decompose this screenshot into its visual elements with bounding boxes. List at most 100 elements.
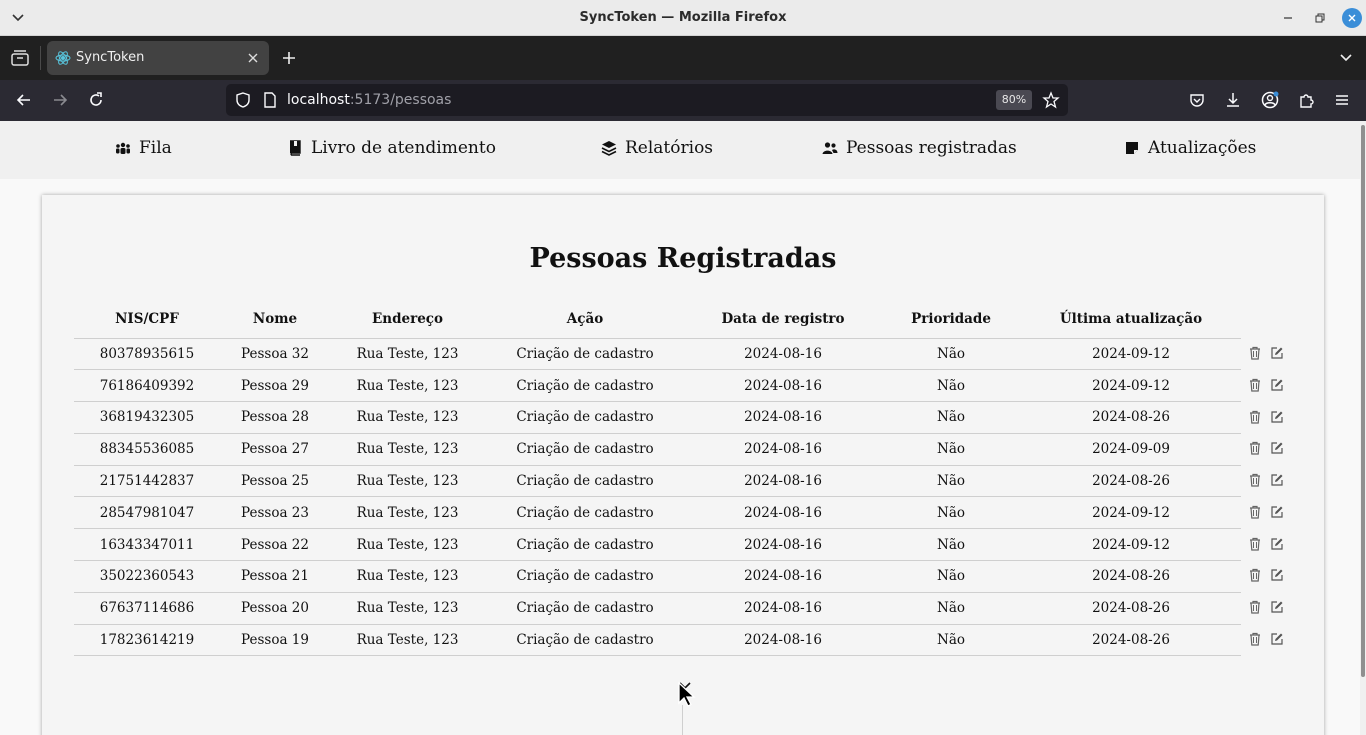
- cell-acao: Criação de cadastro: [485, 496, 685, 530]
- cell-ultima-atualizacao: 2024-08-26: [1021, 465, 1241, 498]
- cell-prioridade: Não: [881, 496, 1021, 530]
- nav-item-livro-de-atendimento[interactable]: Livro de atendimento: [287, 138, 496, 158]
- users-group-icon: [116, 142, 130, 154]
- cell-nome: Pessoa 22: [220, 528, 330, 562]
- nav-item-fila[interactable]: Fila: [115, 138, 172, 158]
- table-header-row: NIS/CPF Nome Endereço Ação Data de regis…: [74, 300, 1241, 339]
- page-title: Pessoas Registradas: [529, 243, 837, 274]
- cell-endereco: Rua Teste, 123: [330, 465, 485, 498]
- new-tab-icon[interactable]: [280, 49, 298, 67]
- edit-icon[interactable]: [1270, 599, 1284, 613]
- tab-synctoken[interactable]: SyncToken: [47, 41, 269, 75]
- cell-endereco: Rua Teste, 123: [330, 496, 485, 530]
- row-actions: [1248, 536, 1288, 552]
- table-row: 80378935615 Pessoa 32 Rua Teste, 123 Cri…: [74, 338, 1241, 371]
- forward-arrow-icon: [54, 94, 68, 106]
- edit-icon[interactable]: [1270, 345, 1284, 359]
- window-titlebar: SyncToken — Mozilla Firefox: [0, 0, 1366, 36]
- cell-nome: Pessoa 27: [220, 433, 330, 466]
- cell-ultima-atualizacao: 2024-09-09: [1021, 433, 1241, 466]
- cell-nis-cpf: 80378935615: [74, 338, 220, 371]
- edit-icon[interactable]: [1270, 567, 1284, 581]
- mouse-cursor-icon: [678, 681, 696, 707]
- downloads-button[interactable]: [1223, 90, 1243, 110]
- pocket-button[interactable]: [1187, 90, 1207, 110]
- cell-acao: Criação de cadastro: [485, 338, 685, 371]
- column-header: NIS/CPF: [74, 300, 220, 339]
- cell-nome: Pessoa 25: [220, 465, 330, 498]
- cell-ultima-atualizacao: 2024-09-12: [1021, 369, 1241, 403]
- forward-button[interactable]: [50, 90, 70, 110]
- page-icon[interactable]: [262, 91, 278, 109]
- pocket-icon: [1190, 94, 1204, 107]
- minimize-button[interactable]: [1278, 8, 1298, 28]
- cell-endereco: Rua Teste, 123: [330, 624, 485, 657]
- cell-ultima-atualizacao: 2024-08-26: [1021, 401, 1241, 434]
- scrollbar-thumb[interactable]: [1361, 125, 1365, 677]
- edit-icon[interactable]: [1270, 377, 1284, 391]
- note-icon: [1126, 142, 1138, 154]
- table-row: 16343347011 Pessoa 22 Rua Teste, 123 Cri…: [74, 528, 1241, 562]
- column-header: Ação: [485, 300, 685, 339]
- restore-button[interactable]: [1310, 8, 1330, 28]
- edit-icon[interactable]: [1270, 409, 1284, 423]
- edit-icon[interactable]: [1270, 504, 1284, 518]
- nav-label: Fila: [139, 138, 172, 158]
- edit-icon[interactable]: [1270, 472, 1284, 486]
- trash-icon[interactable]: [1248, 345, 1262, 360]
- window-title: SyncToken — Mozilla Firefox: [579, 10, 787, 25]
- cell-endereco: Rua Teste, 123: [330, 592, 485, 625]
- column-header: Data de registro: [685, 300, 881, 339]
- cell-prioridade: Não: [881, 592, 1021, 625]
- shield-icon[interactable]: [234, 91, 252, 109]
- cell-ultima-atualizacao: 2024-08-26: [1021, 624, 1241, 657]
- cell-acao: Criação de cadastro: [485, 560, 685, 593]
- cell-nis-cpf: 76186409392: [74, 369, 220, 403]
- cell-data-registro: 2024-08-16: [685, 624, 881, 657]
- edit-icon[interactable]: [1270, 536, 1284, 550]
- cell-nome: Pessoa 21: [220, 560, 330, 593]
- nav-item-atualizacoes[interactable]: Atualizações: [1124, 138, 1256, 158]
- cell-nis-cpf: 67637114686: [74, 592, 220, 625]
- trash-icon[interactable]: [1248, 567, 1262, 582]
- close-tab-icon[interactable]: [245, 50, 261, 66]
- row-actions: [1248, 631, 1288, 647]
- nav-item-relatorios[interactable]: Relatórios: [601, 138, 713, 158]
- extensions-button[interactable]: [1296, 90, 1316, 110]
- trash-icon[interactable]: [1248, 504, 1262, 519]
- trash-icon[interactable]: [1248, 599, 1262, 614]
- trash-icon[interactable]: [1248, 536, 1262, 551]
- app-menu-button[interactable]: [1332, 90, 1352, 110]
- zoom-badge[interactable]: 80%: [996, 90, 1032, 110]
- row-actions: [1248, 440, 1288, 456]
- list-all-tabs-icon[interactable]: [1337, 49, 1355, 67]
- nav-item-pessoas-registradas[interactable]: Pessoas registradas: [822, 138, 1017, 158]
- cell-prioridade: Não: [881, 338, 1021, 371]
- address-bar[interactable]: localhost:5173/pessoas 80%: [226, 84, 1068, 116]
- firefox-view-icon[interactable]: [10, 49, 30, 67]
- cell-nome: Pessoa 19: [220, 624, 330, 657]
- cell-prioridade: Não: [881, 624, 1021, 657]
- download-icon: [1227, 93, 1239, 107]
- hamburger-icon: [1336, 95, 1348, 105]
- nav-label: Livro de atendimento: [311, 138, 496, 158]
- nav-label: Atualizações: [1148, 138, 1257, 158]
- cell-prioridade: Não: [881, 560, 1021, 593]
- bookmark-star-icon[interactable]: [1042, 91, 1060, 109]
- account-button[interactable]: [1260, 90, 1280, 110]
- reload-button[interactable]: [86, 90, 106, 110]
- close-window-button[interactable]: [1342, 8, 1362, 28]
- cell-acao: Criação de cadastro: [485, 624, 685, 657]
- back-button[interactable]: [14, 90, 34, 110]
- edit-icon[interactable]: [1270, 440, 1284, 454]
- trash-icon[interactable]: [1248, 440, 1262, 455]
- table-row: 88345536085 Pessoa 27 Rua Teste, 123 Cri…: [74, 433, 1241, 466]
- nav-label: Relatórios: [625, 138, 714, 158]
- trash-icon[interactable]: [1248, 377, 1262, 392]
- edit-icon[interactable]: [1270, 631, 1284, 645]
- trash-icon[interactable]: [1248, 631, 1262, 646]
- cell-nis-cpf: 88345536085: [74, 433, 220, 466]
- trash-icon[interactable]: [1248, 472, 1262, 487]
- table-row: 35022360543 Pessoa 21 Rua Teste, 123 Cri…: [74, 560, 1241, 593]
- trash-icon[interactable]: [1248, 409, 1262, 424]
